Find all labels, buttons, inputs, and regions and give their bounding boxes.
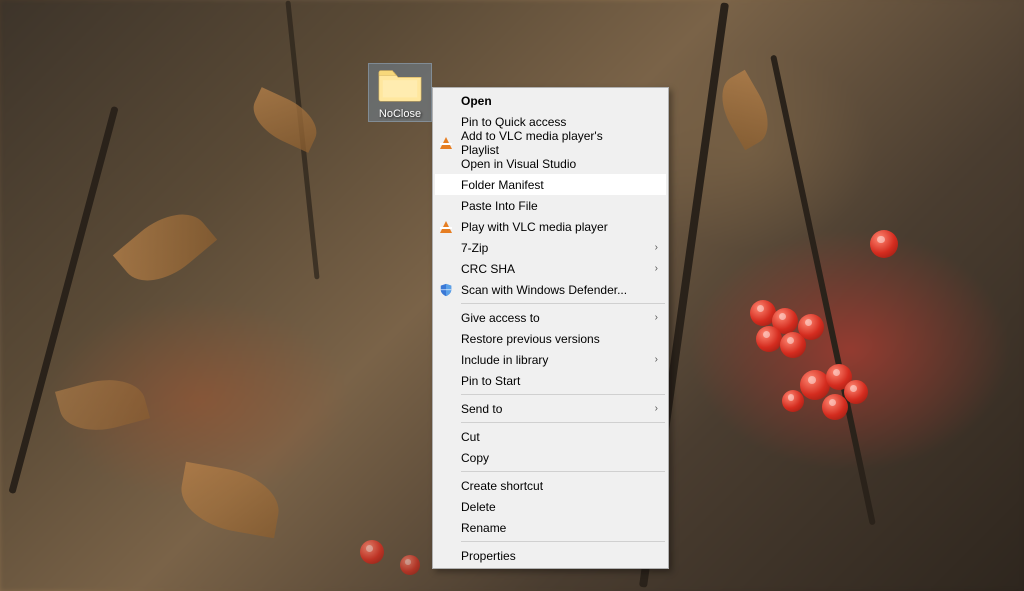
menu-item-label: Cut <box>461 430 480 444</box>
menu-item-crc-sha[interactable]: CRC SHA › <box>435 258 666 279</box>
menu-item-label: Include in library <box>461 353 548 367</box>
menu-item-open[interactable]: Open <box>435 90 666 111</box>
vlc-icon <box>438 219 454 235</box>
menu-item-label: Pin to Quick access <box>461 115 566 129</box>
menu-item-label: 7-Zip <box>461 241 488 255</box>
menu-item-give-access-to[interactable]: Give access to › <box>435 307 666 328</box>
menu-item-label: Play with VLC media player <box>461 220 608 234</box>
menu-item-delete[interactable]: Delete <box>435 496 666 517</box>
menu-separator <box>461 394 665 395</box>
menu-item-cut[interactable]: Cut <box>435 426 666 447</box>
submenu-arrow-icon: › <box>655 263 658 274</box>
menu-item-include-library[interactable]: Include in library › <box>435 349 666 370</box>
vlc-icon <box>438 135 454 151</box>
menu-item-folder-manifest[interactable]: Folder Manifest <box>435 174 666 195</box>
submenu-arrow-icon: › <box>655 312 658 323</box>
menu-separator <box>461 541 665 542</box>
menu-item-paste-into-file[interactable]: Paste Into File <box>435 195 666 216</box>
menu-item-label: Rename <box>461 521 506 535</box>
desktop-folder-label: NoClose <box>376 107 424 121</box>
folder-context-menu: Open Pin to Quick access Add to VLC media … <box>432 87 669 569</box>
menu-item-label: CRC SHA <box>461 262 515 276</box>
windows-defender-shield-icon <box>438 282 454 298</box>
menu-item-vlc-add-playlist[interactable]: Add to VLC media player's Playlist <box>435 132 666 153</box>
menu-item-restore-previous[interactable]: Restore previous versions <box>435 328 666 349</box>
menu-item-properties[interactable]: Properties <box>435 545 666 566</box>
menu-item-label: Open <box>461 94 492 108</box>
menu-item-seven-zip[interactable]: 7-Zip › <box>435 237 666 258</box>
menu-item-label: Give access to <box>461 311 540 325</box>
menu-item-open-visual-studio[interactable]: Open in Visual Studio <box>435 153 666 174</box>
menu-item-label: Create shortcut <box>461 479 543 493</box>
menu-item-send-to[interactable]: Send to › <box>435 398 666 419</box>
menu-separator <box>461 303 665 304</box>
menu-item-label: Restore previous versions <box>461 332 600 346</box>
menu-item-create-shortcut[interactable]: Create shortcut <box>435 475 666 496</box>
menu-item-label: Open in Visual Studio <box>461 157 576 171</box>
menu-item-label: Delete <box>461 500 496 514</box>
menu-separator <box>461 422 665 423</box>
menu-item-rename[interactable]: Rename <box>435 517 666 538</box>
menu-separator <box>461 471 665 472</box>
menu-item-scan-defender[interactable]: Scan with Windows Defender... <box>435 279 666 300</box>
menu-item-label: Scan with Windows Defender... <box>461 283 627 297</box>
submenu-arrow-icon: › <box>655 354 658 365</box>
desktop-folder-noclose[interactable]: NoClose <box>369 64 431 121</box>
submenu-arrow-icon: › <box>655 403 658 414</box>
menu-item-copy[interactable]: Copy <box>435 447 666 468</box>
submenu-arrow-icon: › <box>655 242 658 253</box>
menu-item-label: Copy <box>461 451 489 465</box>
menu-item-label: Folder Manifest <box>461 178 544 192</box>
menu-item-label: Paste Into File <box>461 199 538 213</box>
menu-item-label: Properties <box>461 549 516 563</box>
menu-item-label: Pin to Start <box>461 374 520 388</box>
menu-item-label: Send to <box>461 402 502 416</box>
menu-item-pin-start[interactable]: Pin to Start <box>435 370 666 391</box>
folder-icon <box>377 64 423 104</box>
menu-item-vlc-play[interactable]: Play with VLC media player <box>435 216 666 237</box>
